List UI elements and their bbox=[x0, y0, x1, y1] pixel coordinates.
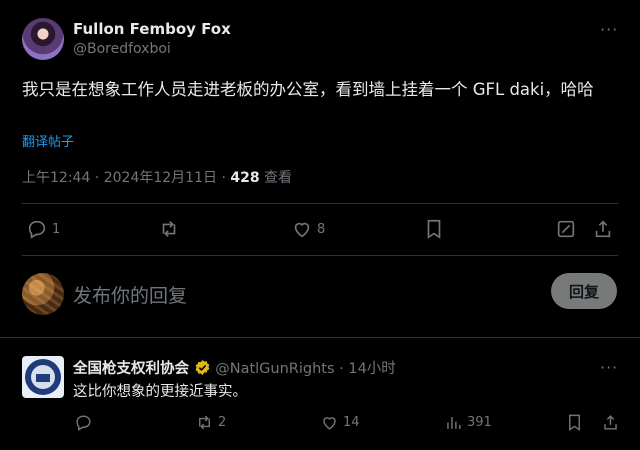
more-icon[interactable]: ··· bbox=[600, 20, 618, 39]
like-action[interactable]: 8 bbox=[291, 218, 325, 240]
reply-reply-action[interactable] bbox=[74, 413, 97, 432]
repost-icon bbox=[158, 218, 180, 240]
views-icon bbox=[444, 413, 463, 432]
post-date[interactable]: 2024年12月11日 bbox=[104, 170, 217, 186]
reply-header: 全国枪支权利协会 @NatlGunRights · 14小时 bbox=[73, 357, 396, 380]
reply-like-action[interactable]: 14 bbox=[320, 413, 360, 432]
reply-input[interactable]: 发布你的回复 bbox=[73, 281, 187, 308]
reply-text: 这比你想象的更接近事实。 bbox=[73, 384, 247, 400]
reply-bookmark-action[interactable] bbox=[565, 413, 584, 432]
bookmark-icon bbox=[423, 218, 445, 240]
divider bbox=[22, 255, 618, 256]
grok-icon bbox=[555, 218, 577, 240]
current-user-avatar bbox=[22, 273, 64, 315]
reply-repost-action[interactable]: 2 bbox=[195, 413, 226, 432]
reply-icon bbox=[26, 218, 48, 240]
reply-button[interactable]: 回复 bbox=[551, 273, 617, 309]
like-icon bbox=[320, 413, 339, 432]
post-time[interactable]: 上午12:44 bbox=[22, 170, 90, 186]
reply-author-name[interactable]: 全国枪支权利协会 bbox=[73, 361, 189, 377]
reply-share-action[interactable] bbox=[601, 413, 620, 432]
meta-separator: · bbox=[339, 361, 344, 377]
author-avatar[interactable] bbox=[22, 18, 64, 60]
repost-icon bbox=[195, 413, 214, 432]
like-count: 8 bbox=[317, 221, 326, 237]
share-icon bbox=[592, 218, 614, 240]
reply-more-icon[interactable]: ··· bbox=[600, 358, 618, 377]
reply-views-count: 391 bbox=[467, 415, 492, 430]
meta-separator: · bbox=[221, 170, 226, 186]
like-icon bbox=[291, 218, 313, 240]
bookmark-icon bbox=[565, 413, 584, 432]
share-action[interactable] bbox=[592, 218, 614, 240]
grok-action[interactable] bbox=[555, 218, 577, 240]
reply-count: 1 bbox=[52, 221, 61, 237]
post-meta: 上午12:44 · 2024年12月11日 · 428 查看 bbox=[22, 167, 292, 187]
translate-post-link[interactable]: 翻译帖子 bbox=[22, 131, 74, 150]
reply-action[interactable]: 1 bbox=[26, 218, 60, 240]
reply-icon bbox=[74, 413, 93, 432]
reply-author-avatar[interactable] bbox=[22, 356, 64, 398]
repost-action[interactable] bbox=[158, 218, 184, 240]
post-text: 我只是在想象工作人员走进老板的办公室，看到墙上挂着一个 GFL daki，哈哈 bbox=[22, 80, 594, 99]
bookmark-action[interactable] bbox=[423, 218, 445, 240]
author-name[interactable]: Fullon Femboy Fox bbox=[73, 20, 231, 38]
meta-separator: · bbox=[94, 170, 100, 186]
author-handle[interactable]: @Boredfoxboi bbox=[73, 41, 171, 57]
views-label: 查看 bbox=[264, 170, 293, 186]
verified-badge-icon[interactable] bbox=[194, 359, 211, 380]
reply-like-count: 14 bbox=[343, 415, 360, 430]
reply-time[interactable]: 14小时 bbox=[348, 361, 395, 377]
divider bbox=[22, 203, 618, 204]
reply-author-handle[interactable]: @NatlGunRights bbox=[215, 361, 334, 377]
divider bbox=[0, 337, 640, 338]
views-count: 428 bbox=[230, 170, 260, 186]
reply-repost-count: 2 bbox=[218, 415, 227, 430]
share-icon bbox=[601, 413, 620, 432]
reply-views-action[interactable]: 391 bbox=[444, 413, 492, 432]
